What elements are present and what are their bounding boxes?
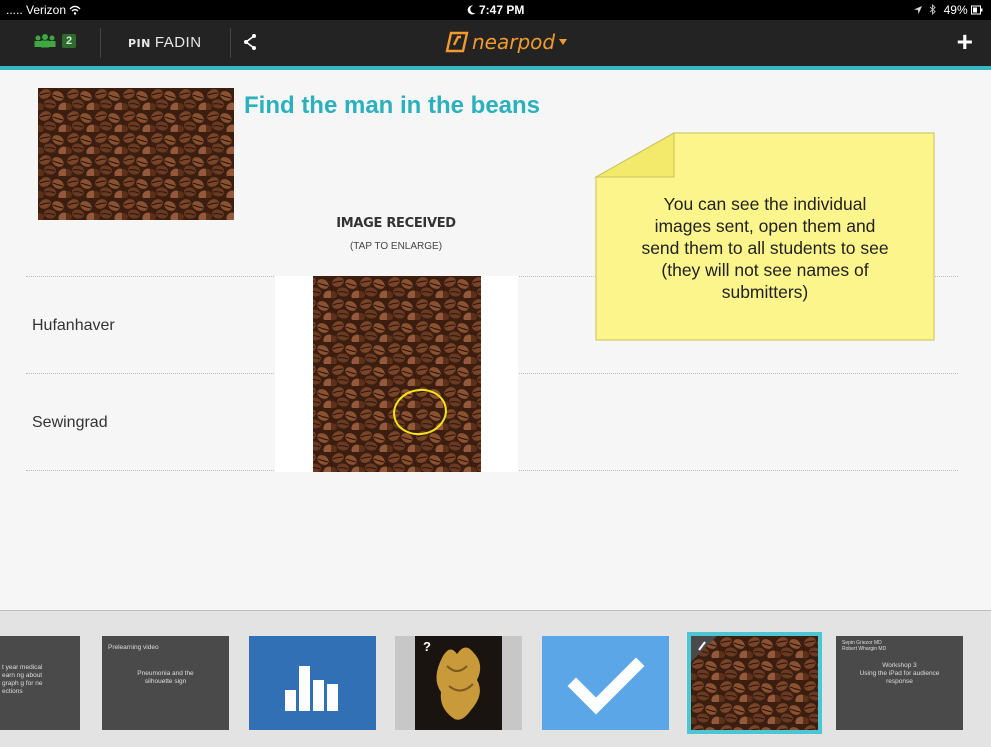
moon-icon bbox=[467, 5, 476, 15]
pin-code: PIN FADIN bbox=[128, 34, 202, 51]
tap-to-enlarge-label: (TAP TO ENLARGE) bbox=[349, 241, 443, 252]
users-icon bbox=[34, 34, 56, 48]
share-button[interactable] bbox=[240, 30, 260, 54]
status-time: 7:47 PM bbox=[0, 3, 991, 17]
checkmark-icon bbox=[567, 657, 645, 715]
slide-thumbnail[interactable]: t year medical earn ng about graph g for… bbox=[0, 636, 80, 730]
status-bar: ..... Verizon 7:47 PM 49% bbox=[0, 0, 991, 20]
question-badge: ? bbox=[423, 639, 431, 654]
user-count-badge: 2 bbox=[62, 34, 77, 48]
add-button[interactable]: + bbox=[957, 28, 973, 56]
slide-image-thumbnail[interactable] bbox=[38, 88, 234, 220]
student-name[interactable]: Sewingrad bbox=[32, 414, 108, 432]
nearpod-menu[interactable]: nearpod bbox=[445, 30, 568, 54]
slide-thumbnail-poll[interactable] bbox=[249, 636, 376, 730]
received-image-panel[interactable] bbox=[275, 276, 518, 472]
slide-thumbnail-3d[interactable]: ? bbox=[395, 636, 522, 730]
main-content: Find the man in the beans IMAGE RECEIVED… bbox=[0, 70, 991, 610]
brand-name: nearpod bbox=[472, 30, 556, 54]
current-slide-image bbox=[691, 636, 818, 730]
bar-chart-icon bbox=[285, 666, 338, 711]
slide-thumbnail-current[interactable] bbox=[687, 632, 822, 734]
battery-icon bbox=[971, 5, 983, 15]
share-icon bbox=[244, 34, 256, 50]
received-image[interactable] bbox=[275, 276, 518, 472]
callout-note: You can see the individual images sent, … bbox=[594, 131, 936, 342]
users-button[interactable]: 2 bbox=[32, 34, 77, 48]
callout-text: You can see the individual images sent, … bbox=[641, 194, 889, 302]
nearpod-logo-icon bbox=[445, 31, 469, 53]
heart-model-image bbox=[395, 636, 522, 730]
image-received-heading: IMAGE RECEIVED (TAP TO ENLARGE) bbox=[280, 216, 512, 252]
slide-strip: t year medical earn ng about graph g for… bbox=[0, 610, 991, 747]
student-name[interactable]: Hufanhaver bbox=[32, 317, 115, 335]
nav-divider bbox=[100, 28, 101, 58]
location-icon bbox=[913, 6, 922, 14]
chevron-down-icon bbox=[559, 39, 568, 45]
nav-bar: 2 PIN FADIN nearpod + bbox=[0, 20, 991, 70]
image-received-label: IMAGE RECEIVED bbox=[336, 216, 456, 231]
battery-percent: 49% bbox=[943, 3, 968, 17]
slide-title: Find the man in the beans bbox=[244, 92, 541, 119]
slide-thumbnail[interactable]: Sepin Griezor MD Robert Whargin MD Works… bbox=[836, 636, 963, 730]
status-right: 49% bbox=[913, 3, 983, 17]
slide-thumbnail-quiz[interactable] bbox=[542, 636, 669, 730]
slide-thumbnail[interactable]: Prelearning video Pneumonia and the silh… bbox=[102, 636, 229, 730]
nav-divider bbox=[230, 28, 231, 58]
bluetooth-icon bbox=[929, 3, 937, 16]
